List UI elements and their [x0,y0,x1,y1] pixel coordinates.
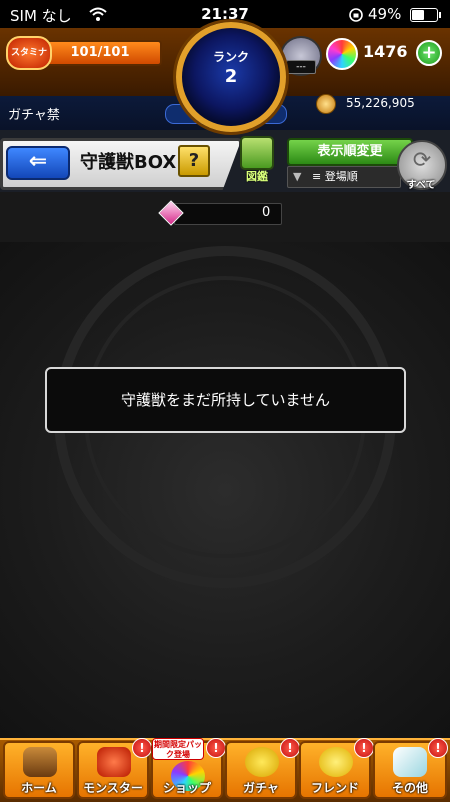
stamina-badge: スタミナ [6,36,52,70]
home-icon [23,747,57,777]
gacha-icon [245,747,279,777]
sort-change-button[interactable]: 表示順変更 [287,138,413,166]
filter-icon: ▼ [293,170,302,183]
other-badge: ! [428,738,448,758]
monster-badge: ! [132,738,152,758]
rank-value: 2 [224,66,238,87]
help-button[interactable]: ? [178,145,210,177]
coin-count: 55,226,905 [346,96,415,110]
rank-label: ランク [212,50,249,64]
other-icon [393,747,427,777]
coin-icon [316,94,336,114]
rank-badge[interactable]: ランク 2 [176,22,286,132]
monster-icon [97,747,131,777]
orb-icon [326,38,358,70]
battery-icon [410,8,441,22]
promo-tag: 期間限定パック登場 [152,738,204,760]
back-button[interactable]: ⇐ [6,146,70,180]
battery-percent: 49% [368,5,402,23]
page-title: 守護獣BOX [80,152,177,173]
stamina-bar[interactable]: 101/101 [38,40,162,66]
nav-friend-label: フレンド [310,781,359,795]
nav-other-label: その他 [391,781,428,795]
zukan-label: 図鑑 [246,170,268,183]
gacha-badge: ! [280,738,300,758]
show-all-label: すべて [406,180,436,191]
owned-count: 0 [262,205,271,220]
orb-count: 1476 [363,42,408,61]
nav-shop-label: ショップ [162,781,211,795]
friend-badge: ! [354,738,374,758]
refresh-icon: ⟳ [412,148,432,173]
orientation-lock-icon [349,8,363,22]
nav-gacha-label: ガチャ [243,781,279,795]
buy-orbs-button[interactable]: + [416,40,442,66]
zukan-icon [240,136,274,170]
shop-badge: ! [206,738,226,758]
empty-message: 守護獣をまだ所持していません [45,367,406,433]
gem-count: --- [286,60,316,74]
nav-home-label: ホーム [21,781,57,795]
sort-order-dropdown[interactable]: ▼ ≡ 登場順 [287,166,401,188]
sort-order-label: ≡ 登場順 [312,170,358,183]
friend-icon [319,747,353,777]
nav-monster-label: モンスター [83,781,143,795]
gacha-ban-label: ガチャ禁 [8,108,60,123]
